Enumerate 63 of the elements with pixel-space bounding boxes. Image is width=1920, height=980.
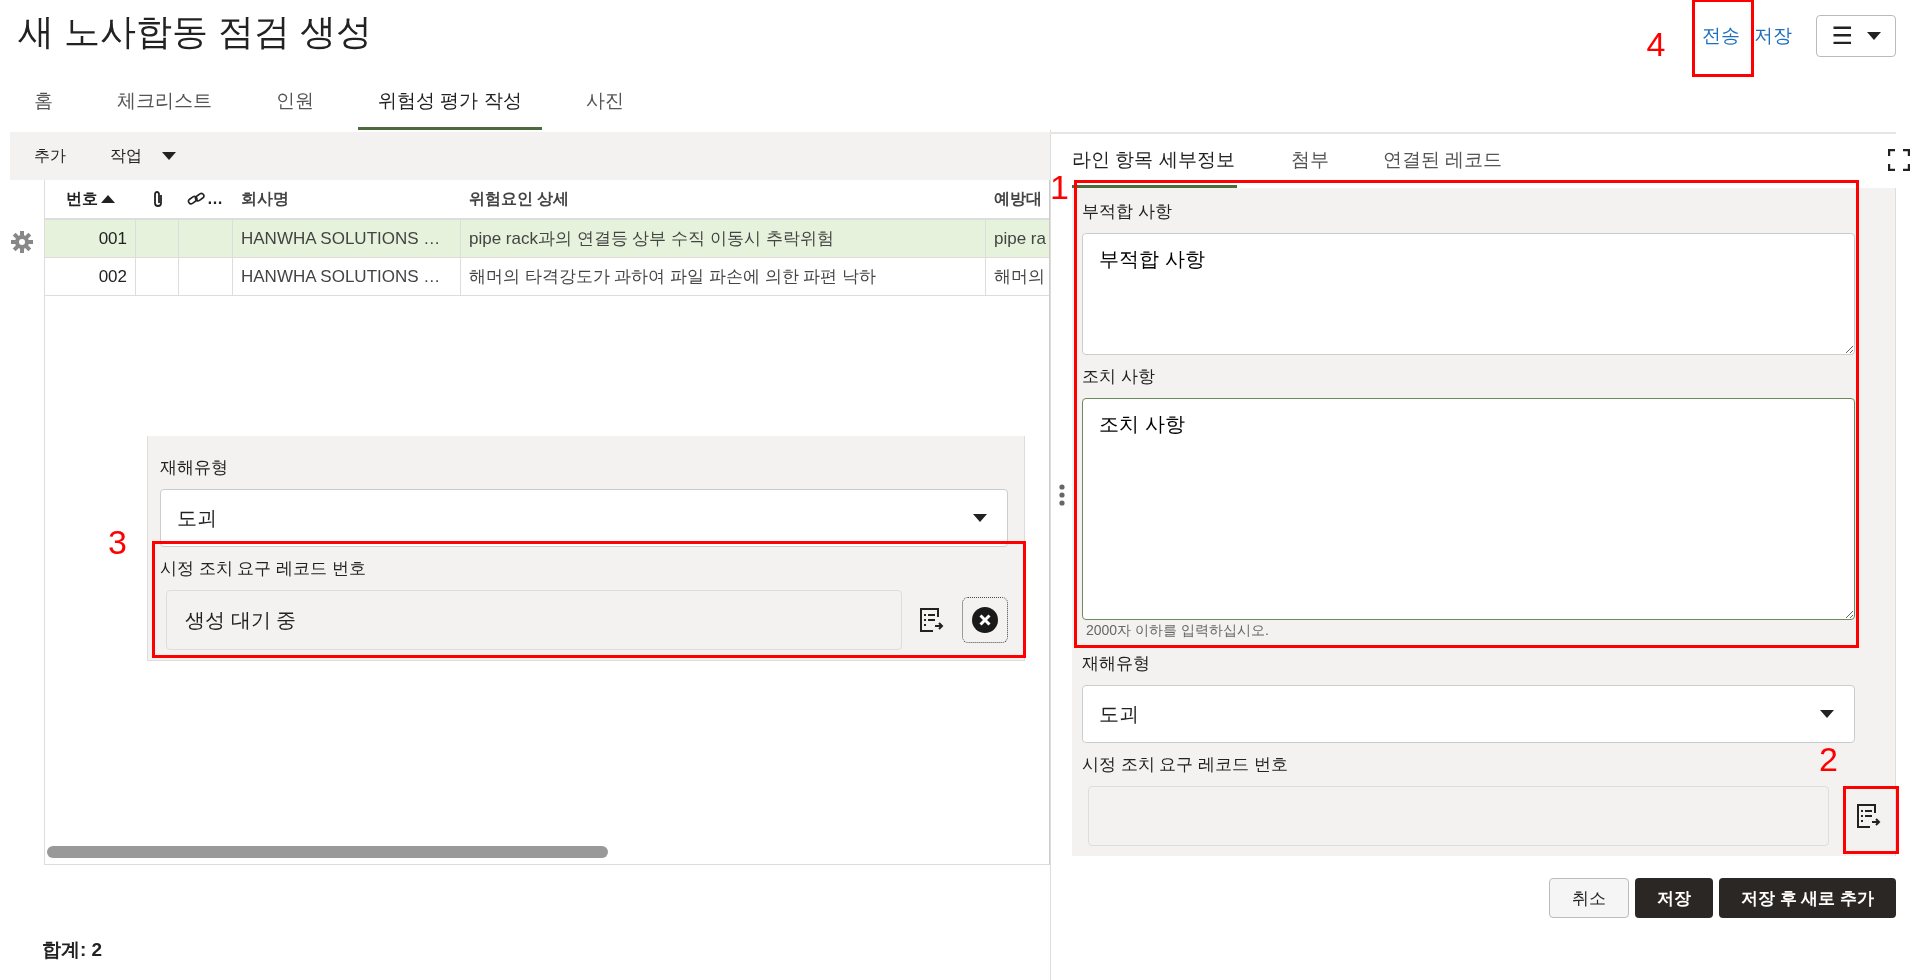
settings-icon (10, 230, 34, 254)
field-label: 재해유형 (160, 457, 228, 479)
caret-icon (162, 152, 176, 160)
caret-icon (973, 514, 987, 522)
table-cell: 002 (98, 266, 127, 287)
list-picker-icon (1856, 803, 1882, 829)
field-label: 시정 조치 요구 레코드 번호 (160, 558, 366, 580)
tab[interactable]: 체크리스트 (97, 74, 232, 130)
menu-button[interactable]: ☰ (1816, 15, 1896, 57)
table-row[interactable]: 001 HANWHA SOLUTIONS … pipe rack과의 연결등 상부 수직 이동시 추락위험 pipe ra (45, 220, 1049, 258)
scrollbar-thumb[interactable] (47, 846, 608, 858)
annotation-number: 2 (1819, 742, 1838, 776)
column-header[interactable]: 예방대 (986, 180, 1049, 218)
actions-button[interactable]: 작업 (110, 145, 176, 167)
action-button[interactable]: 취소 (1548, 878, 1629, 918)
paperclip-icon (151, 190, 164, 208)
link-icon (187, 192, 205, 206)
field-label: 조치 사항 (1082, 366, 1155, 388)
fullscreen-icon (1888, 148, 1910, 171)
table-cell: HANWHA SOLUTIONS … (241, 266, 441, 287)
dropdown[interactable]: 도괴 (160, 489, 1008, 547)
add-button[interactable]: 추가 (34, 145, 66, 167)
hint-text: 2000자 이하를 입력하십시오. (1085, 621, 1270, 640)
tab[interactable]: 연결된 레코드 (1382, 134, 1502, 188)
header-link[interactable]: 저장 (1754, 25, 1793, 46)
table-cell-text: 해머의 (994, 266, 1045, 288)
column-header[interactable]: 번호 (45, 180, 136, 218)
text-area[interactable]: 부적합 사항 (1082, 233, 1855, 355)
list-picker-icon (919, 607, 945, 633)
header-link[interactable]: 전송 (1702, 25, 1741, 46)
action-button[interactable]: 저장 (1634, 878, 1713, 918)
page-title: 새 노사합동 점검 생성 (18, 10, 372, 54)
tab[interactable]: 첨부 (1290, 134, 1329, 188)
tab[interactable]: 사진 (565, 74, 644, 130)
annotation-box (1843, 786, 1899, 854)
table-row[interactable]: 002 HANWHA SOLUTIONS … 해머의 타격강도가 과하여 파일 파손에 의한 파편 낙하 해머의 (45, 258, 1049, 296)
close-icon (972, 607, 998, 633)
caret-icon (1867, 32, 1881, 40)
tab[interactable]: 인원 (256, 74, 334, 130)
field-label: 재해유형 (1082, 653, 1150, 675)
caret-icon (1820, 710, 1834, 718)
column-header[interactable]: 회사명 (233, 180, 461, 218)
table-cell-text: pipe rack과의 연결등 상부 수직 이동시 추락위험 (469, 228, 834, 250)
total-count: 합계: 2 (41, 938, 104, 962)
menu-icon: ☰ (1831, 22, 1853, 50)
sort-ascending-icon (101, 195, 115, 203)
dropdown[interactable]: 도괴 (1082, 685, 1855, 743)
field-label: 부적합 사항 (1082, 201, 1172, 223)
annotation-number: 4 (1646, 27, 1666, 61)
table-cell: HANWHA SOLUTIONS … (241, 228, 441, 249)
action-button[interactable]: 저장 후 새로 추가 (1718, 878, 1896, 918)
field-label: 시정 조치 요구 레코드 번호 (1082, 754, 1288, 776)
input-field[interactable]: 생성 대기 중 (166, 590, 902, 650)
table-cell: pipe ra (994, 228, 1046, 249)
annotation-number: 1 (1050, 170, 1069, 204)
table-cell-text: 해머의 타격강도가 과하여 파일 파손에 의한 파편 낙하 (469, 266, 877, 288)
annotation-number: 3 (108, 525, 127, 559)
column-header[interactable]: 위험요인 상세 (461, 180, 986, 218)
table-cell: 001 (98, 228, 127, 249)
drag-handle-icon (1058, 484, 1065, 506)
column-header[interactable]: … (179, 180, 233, 218)
text-area[interactable]: 조치 사항 (1082, 398, 1855, 620)
tab[interactable]: 홈 (14, 74, 73, 130)
